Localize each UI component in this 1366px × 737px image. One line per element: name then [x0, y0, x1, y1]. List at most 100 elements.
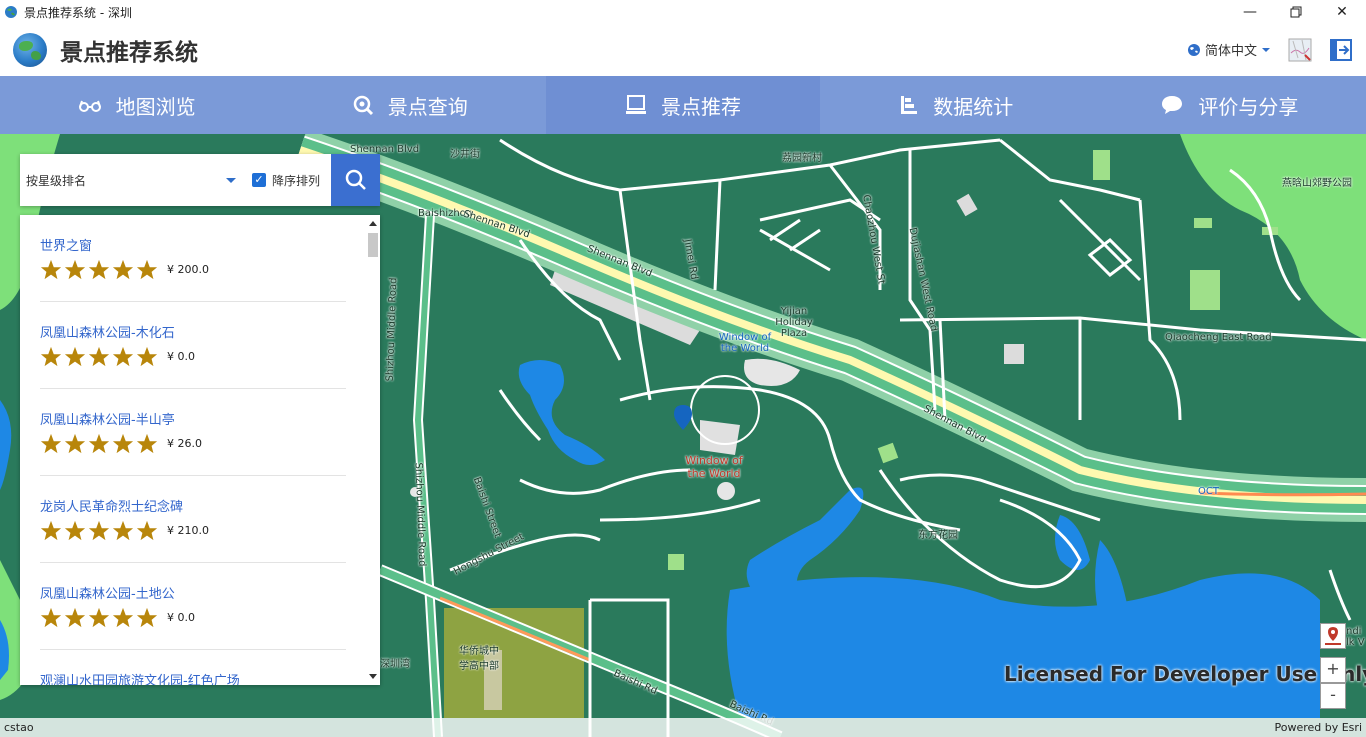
spot-name[interactable]: 观澜山水田园旅游文化园-红色广场	[40, 670, 240, 685]
results-scrollbar[interactable]	[366, 215, 380, 685]
map-label-qiaocheng: Qiaocheng East Road	[1165, 332, 1272, 343]
list-item[interactable]: 凤凰山森林公园-半山亭 ¥ 26.0	[40, 389, 346, 476]
chat-bubble-icon	[1162, 96, 1183, 114]
nav-review-share[interactable]: 评价与分享	[1093, 76, 1366, 134]
star-icon	[88, 433, 110, 454]
rating-stars	[40, 433, 158, 455]
star-icon	[64, 259, 86, 280]
star-icon	[136, 433, 158, 454]
star-icon	[88, 520, 110, 541]
desc-sort-checkbox[interactable]: ✓ 降序排列	[252, 172, 320, 189]
bar-chart-icon	[901, 96, 918, 114]
app-header: 景点推荐系统	[0, 24, 1366, 76]
window-titlebar: 景点推荐系统 - 深圳 — ✕	[0, 0, 1366, 24]
minimize-button[interactable]: —	[1227, 0, 1273, 24]
list-item[interactable]: 凤凰山森林公园-木化石 ¥ 0.0	[40, 302, 346, 389]
main-navbar: 地图浏览 景点查询 景点推荐 数据统计 评价与分享	[0, 76, 1366, 134]
search-location-icon	[353, 95, 373, 116]
map-label-yijian: Yijian Holiday Plaza	[775, 306, 813, 339]
star-icon	[88, 259, 110, 280]
list-item[interactable]: 龙岗人民革命烈士纪念碑 ¥ 210.0	[40, 476, 346, 563]
window-title: 景点推荐系统 - 深圳	[24, 5, 132, 20]
spot-price: ¥ 26.0	[167, 437, 202, 450]
star-icon	[40, 259, 62, 280]
spot-name[interactable]: 龙岗人民革命烈士纪念碑	[40, 496, 183, 515]
zoom-in-button[interactable]: +	[1320, 657, 1346, 683]
sort-select-value: 按星级排名	[26, 173, 87, 188]
spot-price: ¥ 200.0	[167, 263, 209, 276]
scrollbar-thumb[interactable]	[368, 233, 378, 257]
star-icon	[136, 259, 158, 280]
nav-data-stats[interactable]: 数据统计	[820, 76, 1093, 134]
rating-stars	[40, 520, 158, 542]
rating-stars	[40, 259, 158, 281]
spot-name[interactable]: 凤凰山森林公园-土地公	[40, 583, 175, 602]
scroll-up-arrow-icon[interactable]	[369, 221, 377, 226]
star-icon	[40, 607, 62, 628]
list-item[interactable]: 观澜山水田园旅游文化园-红色广场	[40, 650, 346, 685]
map-label-school: 华侨城中学高中部	[459, 646, 499, 672]
star-icon	[112, 520, 134, 541]
rating-stars	[40, 607, 158, 629]
desc-sort-label: 降序排列	[272, 173, 321, 188]
map-label-shajie: 沙井街	[450, 149, 480, 160]
sort-select[interactable]: 按星级排名	[20, 154, 240, 206]
spot-price: ¥ 0.0	[167, 611, 195, 624]
spot-price: ¥ 210.0	[167, 524, 209, 537]
status-user: cstao	[4, 721, 34, 734]
nav-spot-recommend[interactable]: 景点推荐	[546, 76, 820, 134]
list-item[interactable]: 凤凰山森林公园-土地公 ¥ 0.0	[40, 563, 346, 650]
spot-price: ¥ 0.0	[167, 350, 195, 363]
close-button[interactable]: ✕	[1319, 0, 1365, 24]
map-marker-icon	[1325, 627, 1341, 645]
map-label-shenzhen-bay: 深圳湾	[380, 659, 410, 670]
star-icon	[40, 433, 62, 454]
spot-name[interactable]: 凤凰山森林公园-半山亭	[40, 409, 175, 428]
nav-spot-query[interactable]: 景点查询	[273, 76, 546, 134]
star-icon	[64, 346, 86, 367]
star-icon	[64, 607, 86, 628]
language-label: 简体中文	[1205, 44, 1258, 59]
basemap-thumbnail-button[interactable]	[1288, 38, 1312, 62]
star-icon	[88, 607, 110, 628]
recommend-results-list[interactable]: 世界之窗 ¥ 200.0 凤凰山森林公园-木化石 ¥ 0.0 凤凰山森林公园-半…	[20, 215, 380, 685]
star-icon	[112, 346, 134, 367]
spot-name[interactable]: 世界之窗	[40, 235, 92, 254]
monitor-icon	[626, 95, 646, 114]
map-label-wotw: Window of the World	[685, 454, 743, 480]
nav-label: 数据统计	[933, 94, 1014, 119]
esri-attribution: Powered by Esri	[1274, 721, 1362, 734]
star-icon	[112, 259, 134, 280]
logout-icon[interactable]	[1329, 38, 1353, 62]
star-icon	[112, 433, 134, 454]
globe-icon	[1188, 43, 1200, 56]
map-label-dongfang: 东方花园	[918, 530, 958, 541]
star-icon	[112, 607, 134, 628]
search-button[interactable]	[331, 154, 380, 206]
checkmark-icon: ✓	[252, 173, 266, 187]
star-icon	[88, 346, 110, 367]
map-watermark: Licensed For Developer Use Only	[1004, 662, 1366, 686]
globe-logo-icon	[13, 33, 47, 67]
zoom-out-button[interactable]: -	[1320, 683, 1346, 709]
spot-name[interactable]: 凤凰山森林公园-木化石	[40, 322, 175, 341]
star-icon	[40, 520, 62, 541]
nav-label: 地图浏览	[115, 94, 196, 119]
star-icon	[136, 520, 158, 541]
map-label-oct: OCT	[1198, 486, 1219, 497]
star-icon	[40, 346, 62, 367]
app-icon	[4, 5, 18, 19]
language-selector[interactable]: 简体中文	[1187, 40, 1271, 59]
locate-button[interactable]	[1320, 623, 1346, 649]
map-label-lk: ndi lk V	[1346, 626, 1365, 648]
maximize-button[interactable]	[1273, 0, 1319, 24]
star-icon	[64, 520, 86, 541]
rating-stars	[40, 346, 158, 368]
star-icon	[136, 607, 158, 628]
map-label-liyuan: 荔园新村	[782, 153, 822, 164]
list-item[interactable]: 世界之窗 ¥ 200.0	[40, 215, 346, 302]
nav-map-browse[interactable]: 地图浏览	[0, 76, 273, 134]
chevron-down-icon	[1262, 47, 1271, 52]
scroll-down-arrow-icon[interactable]	[369, 674, 377, 679]
search-panel: 按星级排名 ✓ 降序排列	[20, 154, 380, 206]
